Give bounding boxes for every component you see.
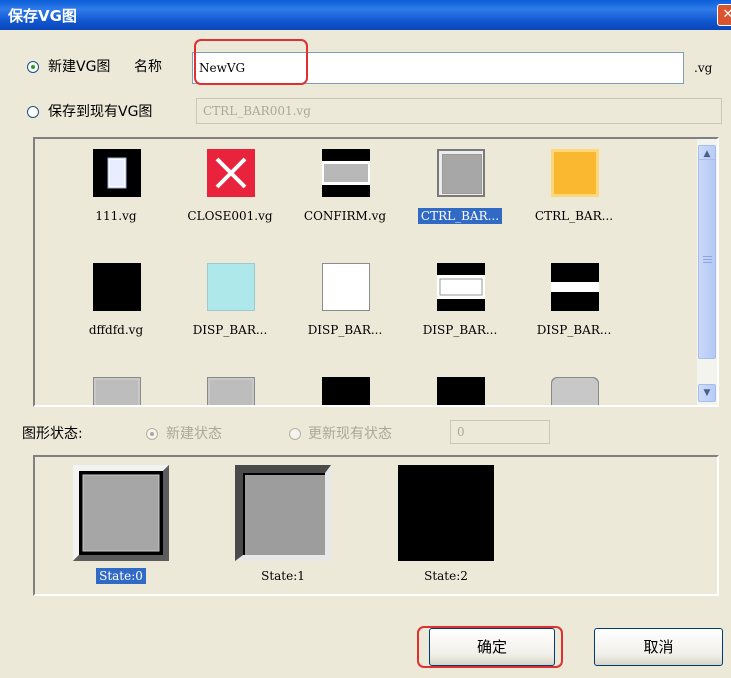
items-scrollbar[interactable]: ▲ ▼ [697, 139, 717, 405]
name-input-highlight [194, 39, 308, 85]
close-icon[interactable]: ✕ [717, 4, 731, 26]
title-bar: 保存VG图 ✕ [0, 0, 731, 30]
vg-item-label: DISP_BAR... [536, 323, 612, 337]
state-label: State:2 [424, 569, 468, 583]
vg-item-label: CTRL_BAR... [534, 209, 614, 223]
vg-thumbnail-icon [322, 149, 370, 197]
vg-item-label: DISP_BAR... [192, 323, 268, 337]
existing-vg-input: CTRL_BAR001.vg [196, 98, 722, 124]
update-state-label: 更新现有状态 [308, 426, 392, 442]
vg-item[interactable] [519, 371, 629, 405]
vg-thumbnail-icon [437, 263, 485, 311]
new-state-label: 新建状态 [166, 426, 222, 442]
vg-item[interactable]: DISP_BAR... [290, 257, 400, 367]
vg-item[interactable]: DISP_BAR... [519, 257, 629, 367]
update-state-radio[interactable] [289, 428, 301, 440]
state-preview-icon [398, 465, 494, 561]
vg-thumbnail-icon [93, 377, 141, 405]
vg-item-label: 111.vg [95, 209, 137, 223]
states-list[interactable]: State:0 State:1 State:2 [33, 455, 719, 596]
vg-item[interactable]: CLOSE001.vg [175, 143, 285, 253]
vg-item[interactable]: dffdfd.vg [61, 257, 171, 367]
existing-vg-radio[interactable] [27, 106, 39, 118]
vg-item[interactable]: CONFIRM.vg [290, 143, 400, 253]
ok-button-highlight [417, 626, 563, 668]
new-vg-label: 新建VG图 [48, 59, 111, 75]
vg-item-label: CONFIRM.vg [303, 209, 387, 223]
vg-item[interactable]: CTRL_BAR... [405, 143, 515, 253]
vg-item-label: DISP_BAR... [307, 323, 383, 337]
vg-item-label: CLOSE001.vg [187, 209, 273, 223]
scroll-thumb[interactable] [698, 159, 716, 359]
existing-vg-label: 保存到现有VG图 [48, 104, 153, 120]
vg-thumbnail-icon [207, 149, 255, 197]
vg-thumbnail-icon [551, 263, 599, 311]
vg-thumbnail-icon [551, 149, 599, 197]
vg-thumbnail-icon [207, 263, 255, 311]
state-label: State:0 [73, 568, 169, 584]
cancel-button[interactable]: 取消 [594, 628, 723, 666]
vg-thumbnail-icon [322, 263, 370, 311]
vg-item[interactable]: DISP_BAR... [175, 257, 285, 367]
vg-item[interactable]: DISP_BAR... [405, 257, 515, 367]
vg-item-label: CTRL_BAR... [405, 208, 515, 224]
vg-thumbnail-icon [207, 377, 255, 405]
vg-item-label: DISP_BAR... [422, 323, 498, 337]
vg-thumbnail-icon [551, 377, 599, 405]
vg-thumbnail-icon [437, 149, 485, 197]
state-preview-icon [235, 465, 331, 561]
new-vg-radio[interactable] [27, 61, 39, 73]
dialog-title: 保存VG图 [8, 7, 77, 25]
suffix-label: .vg [694, 61, 713, 75]
vg-item[interactable] [175, 371, 285, 405]
vg-item[interactable] [61, 371, 171, 405]
vg-item-label: dffdfd.vg [88, 323, 144, 337]
vg-thumbnail-icon [437, 377, 485, 405]
vg-thumbnail-icon [93, 263, 141, 311]
new-state-radio[interactable] [146, 428, 158, 440]
vg-item[interactable] [405, 371, 515, 405]
name-label: 名称 [134, 59, 162, 75]
vg-item[interactable]: CTRL_BAR... [519, 143, 629, 253]
vg-item[interactable]: 111.vg [61, 143, 171, 253]
vg-thumbnail-icon [322, 377, 370, 405]
vg-item[interactable] [290, 371, 400, 405]
vg-items-list[interactable]: 111.vg CLOSE001.vg CONFIRM.vg CTRL_BAR... CT… [33, 137, 719, 407]
vg-thumbnail-icon [93, 149, 141, 197]
graphic-state-label: 图形状态: [22, 426, 83, 442]
state-index-input: 0 [450, 420, 550, 444]
state-preview-icon [73, 465, 169, 561]
scroll-down-icon[interactable]: ▼ [698, 384, 716, 402]
state-label: State:1 [261, 569, 305, 583]
